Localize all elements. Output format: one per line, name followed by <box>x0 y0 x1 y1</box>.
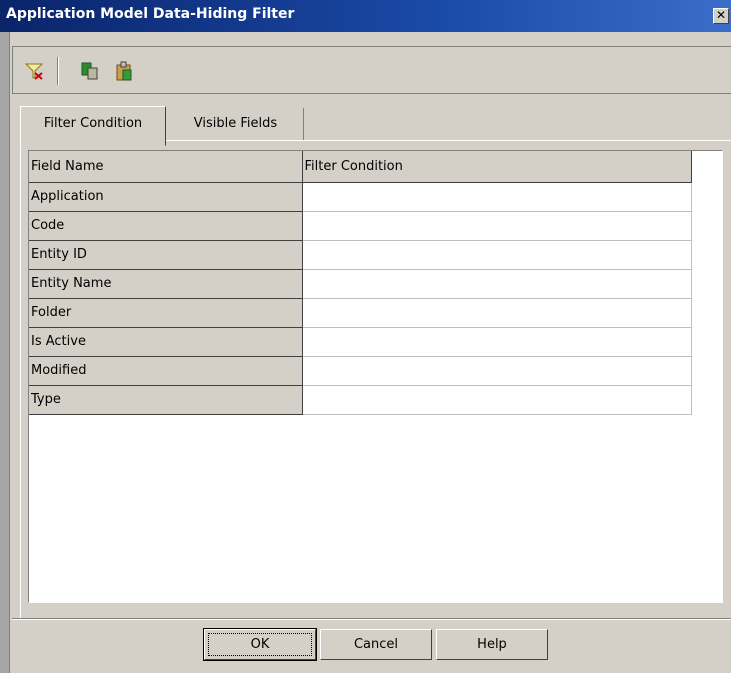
focus-rect <box>208 633 312 656</box>
table-row: Entity ID <box>29 240 692 270</box>
table-row: Application <box>29 182 692 212</box>
paste-icon[interactable] <box>113 60 135 82</box>
filter-condition-cell[interactable] <box>302 240 692 270</box>
tab-label: Visible Fields <box>193 116 278 131</box>
field-name-cell: Application <box>29 182 303 212</box>
bottom-separator <box>12 618 731 620</box>
filter-condition-cell[interactable] <box>302 269 692 299</box>
field-name-cell: Folder <box>29 298 303 328</box>
window-title: Application Model Data-Hiding Filter <box>6 6 295 22</box>
field-name-cell: Modified <box>29 356 303 386</box>
column-header-field-name[interactable]: Field Name <box>29 151 303 183</box>
table-row: Entity Name <box>29 269 692 299</box>
toolbar-separator <box>57 57 59 85</box>
help-button[interactable]: Help <box>436 629 548 660</box>
field-name-cell: Type <box>29 385 303 415</box>
cancel-button-label: Cancel <box>353 637 399 652</box>
title-bar: Application Model Data-Hiding Filter ✕ <box>0 0 731 32</box>
table-row: Modified <box>29 356 692 386</box>
close-icon: ✕ <box>715 8 727 22</box>
filter-condition-cell[interactable] <box>302 385 692 415</box>
window-left-edge <box>0 32 10 673</box>
tab-filter-condition[interactable]: Filter Condition <box>20 106 166 146</box>
field-name-cell: Is Active <box>29 327 303 357</box>
field-name-cell: Entity Name <box>29 269 303 299</box>
filter-condition-cell[interactable] <box>302 356 692 386</box>
help-button-label: Help <box>477 637 507 652</box>
filter-grid: Field Name Filter Condition Application … <box>28 150 723 603</box>
tab-label: Filter Condition <box>43 116 143 131</box>
field-name-cell: Entity ID <box>29 240 303 270</box>
filter-condition-cell[interactable] <box>302 211 692 241</box>
table-row: Type <box>29 385 692 415</box>
copy-icon[interactable] <box>79 60 101 82</box>
cancel-button[interactable]: Cancel <box>320 629 432 660</box>
tab-visible-fields[interactable]: Visible Fields <box>168 108 304 140</box>
table-row: Code <box>29 211 692 241</box>
filter-icon[interactable] <box>23 60 45 82</box>
field-name-cell: Code <box>29 211 303 241</box>
column-header-filter-condition[interactable]: Filter Condition <box>302 151 692 183</box>
toolbar <box>12 46 731 94</box>
filter-table: Field Name Filter Condition Application … <box>29 151 692 415</box>
table-row: Folder <box>29 298 692 328</box>
ok-button[interactable]: OK <box>203 628 317 661</box>
filter-condition-cell[interactable] <box>302 327 692 357</box>
close-button[interactable]: ✕ <box>713 8 729 24</box>
table-header-row: Field Name Filter Condition <box>29 151 692 183</box>
filter-condition-cell[interactable] <box>302 298 692 328</box>
filter-condition-cell[interactable] <box>302 182 692 212</box>
table-row: Is Active <box>29 327 692 357</box>
